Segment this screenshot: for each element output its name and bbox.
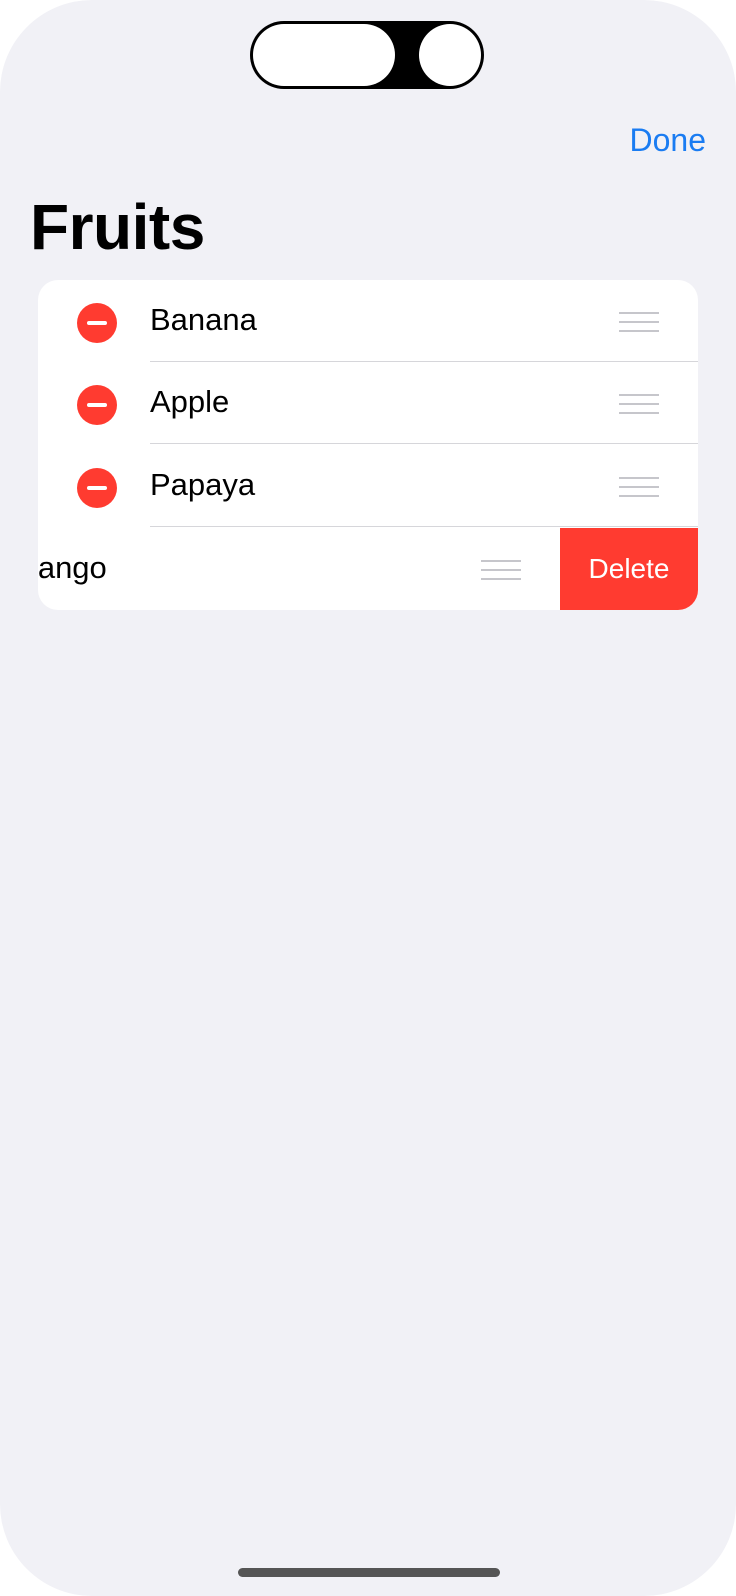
list-item[interactable]: Papaya: [38, 445, 698, 527]
reorder-handle-icon[interactable]: [619, 394, 659, 416]
home-indicator[interactable]: [238, 1568, 500, 1577]
delete-button[interactable]: Delete: [560, 528, 698, 610]
list-item-swiped[interactable]: Mango Delete: [38, 528, 698, 610]
done-button[interactable]: Done: [630, 122, 707, 159]
list-item-label: Banana: [150, 302, 257, 337]
delete-minus-icon[interactable]: [77, 385, 117, 425]
reorder-handle-icon[interactable]: [619, 312, 659, 334]
island-camera: [419, 24, 481, 86]
row-separator: [150, 443, 698, 444]
row-separator: [150, 526, 698, 527]
list-item-label: Papaya: [150, 467, 256, 502]
phone-screen: Done Fruits Banana Apple Papaya Mango: [0, 0, 736, 1596]
reorder-handle-icon[interactable]: [481, 560, 521, 582]
dynamic-island: [250, 21, 484, 89]
list-item-label: Apple: [150, 384, 230, 419]
delete-minus-icon[interactable]: [77, 303, 117, 343]
reorder-handle-icon[interactable]: [619, 477, 659, 499]
delete-minus-icon[interactable]: [77, 468, 117, 508]
swiped-row-content[interactable]: Mango: [38, 528, 560, 610]
page-title: Fruits: [30, 191, 205, 263]
fruit-list: Banana Apple Papaya Mango Delete: [38, 280, 698, 610]
list-item-label: Mango: [38, 550, 107, 585]
list-item[interactable]: Apple: [38, 362, 698, 444]
list-item[interactable]: Banana: [38, 280, 698, 362]
island-pill: [253, 24, 395, 86]
